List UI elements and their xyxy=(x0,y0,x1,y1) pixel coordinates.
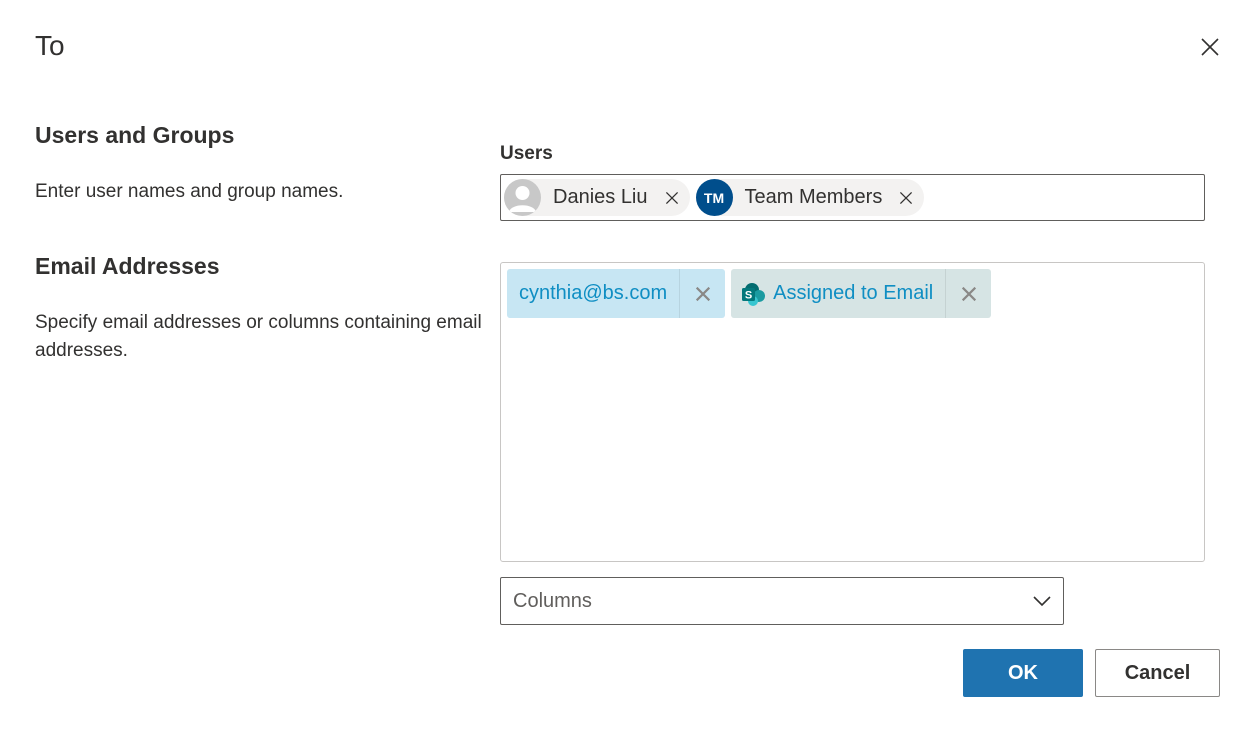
close-button[interactable] xyxy=(1196,33,1224,61)
svg-text:S: S xyxy=(745,289,752,301)
close-icon[interactable] xyxy=(960,285,978,303)
group-avatar: TM xyxy=(695,179,733,216)
columns-dropdown-value: Columns xyxy=(513,589,592,612)
dialog-title: To xyxy=(35,30,65,61)
persona-pill[interactable]: Danies Liu xyxy=(504,179,690,216)
chevron-down-icon[interactable] xyxy=(1031,590,1053,612)
remove-token-button[interactable] xyxy=(679,269,725,318)
email-addresses-heading: Email Addresses xyxy=(35,253,220,279)
columns-dropdown[interactable]: Columns xyxy=(500,577,1064,625)
users-groups-heading: Users and Groups xyxy=(35,122,235,148)
column-token[interactable]: S Assigned to Email xyxy=(731,269,992,318)
close-icon[interactable] xyxy=(694,285,712,303)
persona-pill[interactable]: TM Team Members xyxy=(695,179,925,216)
close-icon[interactable] xyxy=(1196,33,1224,61)
ok-button[interactable]: OK xyxy=(963,649,1083,697)
email-token[interactable]: cynthia@bs.com xyxy=(507,269,726,318)
close-icon[interactable] xyxy=(898,190,914,206)
persona-name: Team Members xyxy=(744,186,883,208)
close-icon[interactable] xyxy=(664,190,680,206)
person-photo-icon xyxy=(504,179,541,216)
users-field-label: Users xyxy=(500,143,553,164)
sharepoint-icon: S xyxy=(742,282,766,306)
email-addresses-input[interactable]: cynthia@bs.com S Assigned to Email xyxy=(500,262,1205,562)
remove-token-button[interactable] xyxy=(945,269,991,318)
email-addresses-description: Specify email addresses or columns conta… xyxy=(35,312,482,361)
email-token-label: cynthia@bs.com xyxy=(519,282,668,304)
column-token-label: Assigned to Email xyxy=(773,282,934,304)
persona-name: Danies Liu xyxy=(553,186,648,208)
cancel-button[interactable]: Cancel xyxy=(1095,649,1220,697)
users-groups-description: Enter user names and group names. xyxy=(35,181,344,202)
remove-persona-button[interactable] xyxy=(662,188,682,208)
users-picker-input[interactable]: Danies Liu TM Team Members xyxy=(500,174,1205,221)
remove-persona-button[interactable] xyxy=(896,188,916,208)
